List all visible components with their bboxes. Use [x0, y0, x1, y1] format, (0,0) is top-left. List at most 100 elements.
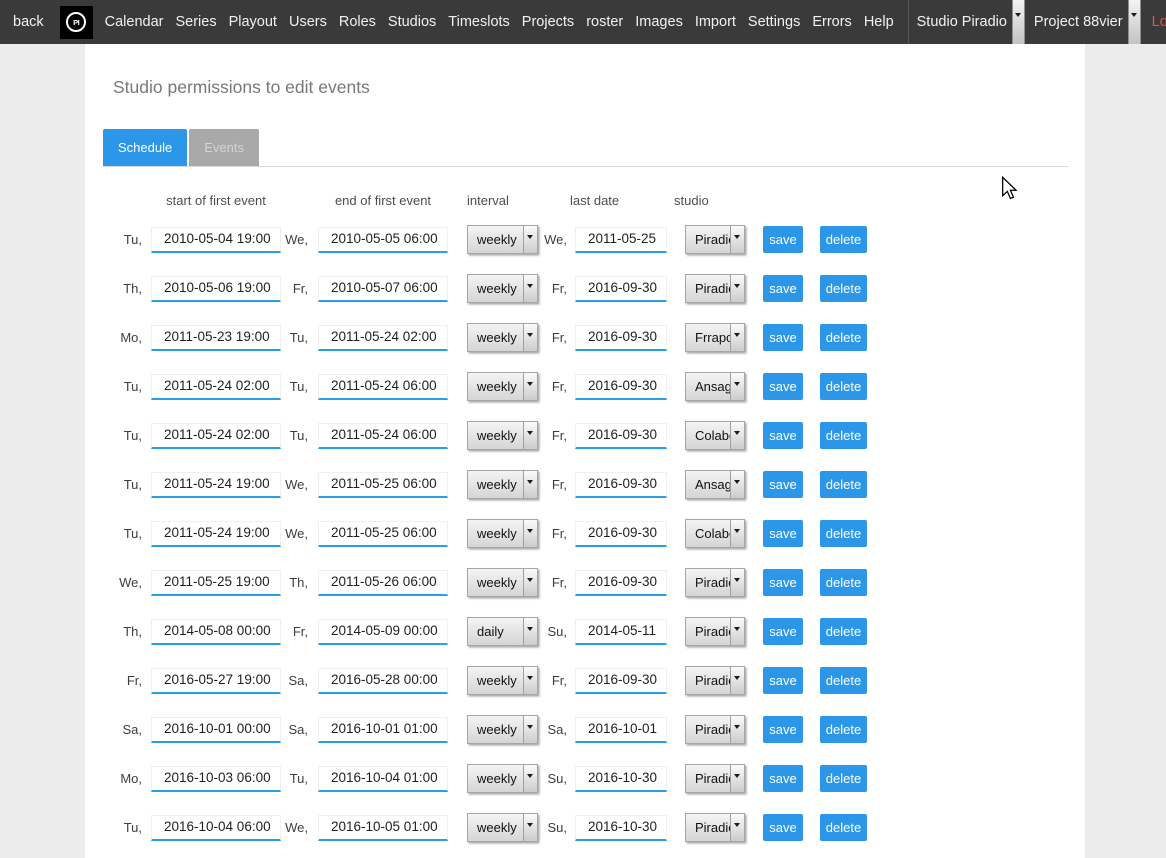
studio-select[interactable]: Colabo	[685, 519, 745, 548]
end-datetime-input[interactable]	[318, 619, 448, 645]
nav-item-settings[interactable]: Settings	[748, 14, 800, 30]
end-datetime-input[interactable]	[318, 570, 448, 596]
delete-button[interactable]: delete	[820, 618, 867, 645]
nav-item-roster[interactable]: roster	[586, 14, 623, 30]
last-date-input[interactable]	[575, 521, 667, 547]
save-button[interactable]: save	[763, 226, 803, 253]
last-date-input[interactable]	[575, 472, 667, 498]
start-datetime-input[interactable]	[151, 570, 281, 596]
delete-button[interactable]: delete	[820, 765, 867, 792]
nav-item-projects[interactable]: Projects	[522, 14, 574, 30]
studio-select[interactable]: Piradio	[685, 274, 745, 303]
end-datetime-input[interactable]	[318, 374, 448, 400]
delete-button[interactable]: delete	[820, 324, 867, 351]
last-date-input[interactable]	[575, 668, 667, 694]
studio-select[interactable]: Piradio	[685, 225, 745, 254]
start-datetime-input[interactable]	[151, 717, 281, 743]
nav-item-images[interactable]: Images	[635, 14, 683, 30]
save-button[interactable]: save	[763, 471, 803, 498]
studio-select[interactable]: Piradio	[685, 813, 745, 842]
interval-select[interactable]: weekly	[467, 813, 538, 842]
last-date-input[interactable]	[575, 325, 667, 351]
start-datetime-input[interactable]	[151, 227, 281, 253]
studio-select[interactable]: Colabo	[685, 421, 745, 450]
nav-item-timeslots[interactable]: Timeslots	[448, 14, 510, 30]
studio-dropdown-button[interactable]	[1012, 0, 1025, 44]
delete-button[interactable]: delete	[820, 814, 867, 841]
last-date-input[interactable]	[575, 276, 667, 302]
interval-select[interactable]: weekly	[467, 568, 538, 597]
interval-select[interactable]: weekly	[467, 666, 538, 695]
tab-schedule[interactable]: Schedule	[103, 129, 187, 166]
interval-select[interactable]: weekly	[467, 470, 538, 499]
delete-button[interactable]: delete	[820, 520, 867, 547]
nav-item-series[interactable]: Series	[175, 14, 216, 30]
studio-select[interactable]: Piradio	[685, 617, 745, 646]
end-datetime-input[interactable]	[318, 668, 448, 694]
end-datetime-input[interactable]	[318, 717, 448, 743]
start-datetime-input[interactable]	[151, 619, 281, 645]
tab-events[interactable]: Events	[189, 129, 259, 166]
save-button[interactable]: save	[763, 422, 803, 449]
nav-item-calendar[interactable]: Calendar	[105, 14, 164, 30]
interval-select[interactable]: weekly	[467, 764, 538, 793]
delete-button[interactable]: delete	[820, 471, 867, 498]
save-button[interactable]: save	[763, 618, 803, 645]
save-button[interactable]: save	[763, 324, 803, 351]
end-datetime-input[interactable]	[318, 227, 448, 253]
start-datetime-input[interactable]	[151, 521, 281, 547]
logout-link[interactable]: Logout	[1152, 14, 1166, 30]
last-date-input[interactable]	[575, 423, 667, 449]
studio-dropdown[interactable]: Studio Piradio	[917, 14, 1007, 30]
studio-select[interactable]: Piradio	[685, 764, 745, 793]
nav-item-studios[interactable]: Studios	[388, 14, 436, 30]
start-datetime-input[interactable]	[151, 766, 281, 792]
interval-select[interactable]: weekly	[467, 715, 538, 744]
interval-select[interactable]: weekly	[467, 274, 538, 303]
nav-item-roles[interactable]: Roles	[339, 14, 376, 30]
delete-button[interactable]: delete	[820, 275, 867, 302]
start-datetime-input[interactable]	[151, 325, 281, 351]
last-date-input[interactable]	[575, 374, 667, 400]
save-button[interactable]: save	[763, 373, 803, 400]
piradio-logo-icon[interactable]: PI	[60, 6, 93, 39]
save-button[interactable]: save	[763, 814, 803, 841]
end-datetime-input[interactable]	[318, 521, 448, 547]
start-datetime-input[interactable]	[151, 815, 281, 841]
end-datetime-input[interactable]	[318, 815, 448, 841]
start-datetime-input[interactable]	[151, 423, 281, 449]
save-button[interactable]: save	[763, 569, 803, 596]
save-button[interactable]: save	[763, 520, 803, 547]
interval-select[interactable]: weekly	[467, 323, 538, 352]
interval-select[interactable]: weekly	[467, 519, 538, 548]
project-dropdown[interactable]: Project 88vier	[1034, 14, 1123, 30]
last-date-input[interactable]	[575, 227, 667, 253]
last-date-input[interactable]	[575, 619, 667, 645]
nav-item-errors[interactable]: Errors	[812, 14, 851, 30]
nav-item-import[interactable]: Import	[695, 14, 736, 30]
nav-item-users[interactable]: Users	[289, 14, 327, 30]
end-datetime-input[interactable]	[318, 423, 448, 449]
delete-button[interactable]: delete	[820, 667, 867, 694]
end-datetime-input[interactable]	[318, 325, 448, 351]
studio-select[interactable]: Ansage	[685, 372, 745, 401]
delete-button[interactable]: delete	[820, 422, 867, 449]
end-datetime-input[interactable]	[318, 766, 448, 792]
end-datetime-input[interactable]	[318, 276, 448, 302]
last-date-input[interactable]	[575, 717, 667, 743]
interval-select[interactable]: weekly	[467, 225, 538, 254]
last-date-input[interactable]	[575, 815, 667, 841]
start-datetime-input[interactable]	[151, 374, 281, 400]
studio-select[interactable]: Piradio	[685, 715, 745, 744]
start-datetime-input[interactable]	[151, 668, 281, 694]
studio-select[interactable]: Piradio	[685, 568, 745, 597]
nav-item-help[interactable]: Help	[864, 14, 894, 30]
delete-button[interactable]: delete	[820, 373, 867, 400]
start-datetime-input[interactable]	[151, 472, 281, 498]
project-dropdown-button[interactable]	[1128, 0, 1141, 44]
last-date-input[interactable]	[575, 766, 667, 792]
delete-button[interactable]: delete	[820, 569, 867, 596]
studio-select[interactable]: Piradio	[685, 666, 745, 695]
interval-select[interactable]: weekly	[467, 372, 538, 401]
save-button[interactable]: save	[763, 275, 803, 302]
